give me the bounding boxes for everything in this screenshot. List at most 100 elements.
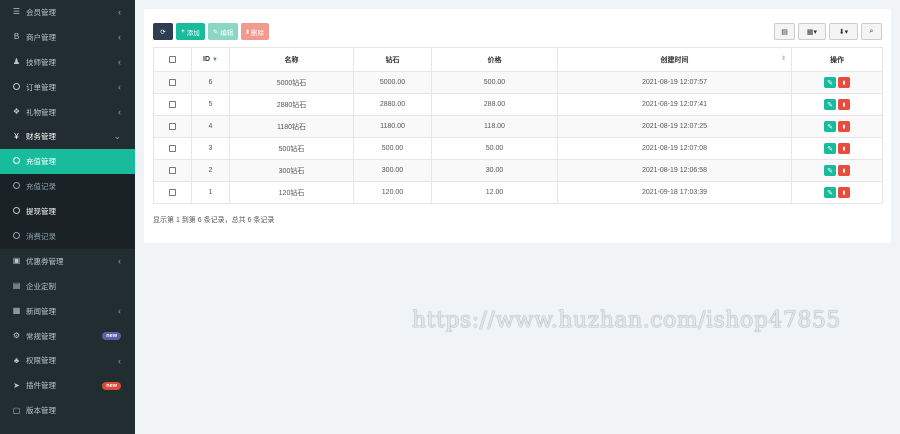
row-delete-button[interactable]: ▮ <box>838 121 850 132</box>
row-checkbox[interactable] <box>169 78 176 86</box>
cell-diamond: 2880.00 <box>353 93 432 116</box>
column-header-created[interactable]: 创建时间 ⇕ <box>557 47 792 72</box>
refresh-icon: ⟳ <box>160 28 166 36</box>
row-edit-button[interactable]: ✎ <box>824 77 836 88</box>
circle-icon <box>12 82 21 92</box>
add-button-label: 添加 <box>186 29 200 37</box>
row-checkbox[interactable] <box>169 144 176 152</box>
sidebar-item-16[interactable]: ▢ 版本管理 <box>0 398 135 423</box>
cell-name: 500钻石 <box>229 137 354 160</box>
group-icon: ♣ <box>13 355 20 365</box>
cell-id: 6 <box>191 71 230 94</box>
row-checkbox[interactable] <box>169 122 176 130</box>
sidebar-item-0[interactable]: ☰ 会员管理 ‹ <box>0 0 135 25</box>
sidebar-item-label: 礼物管理 <box>26 107 56 117</box>
row-edit-button[interactable]: ✎ <box>824 121 836 132</box>
cell-diamond: 120.00 <box>353 181 432 204</box>
row-actions: ✎ ▮ <box>824 99 850 110</box>
cell-actions: ✎ ▮ <box>791 93 883 116</box>
sidebar-item-11[interactable]: ▤ 企业定制 <box>0 274 135 299</box>
toolbar: ⟳ + 添加 ✎ 编辑 ▮ 删除 <box>153 23 270 40</box>
row-delete-button[interactable]: ▮ <box>838 99 850 110</box>
sidebar-item-3[interactable]: 订单管理 ‹ <box>0 75 135 100</box>
column-header-diamond: 钻石 <box>353 47 432 72</box>
new-badge: new <box>102 332 121 341</box>
search-toggle-button[interactable]: ⌕ <box>861 23 882 40</box>
columns-dropdown-button[interactable]: ▦▾ <box>798 23 826 40</box>
column-header-id-label: ID <box>203 56 211 63</box>
pencil-icon: ✎ <box>212 28 219 36</box>
trash-icon: ▮ <box>842 145 846 152</box>
cell-id: 4 <box>191 115 230 138</box>
cell-price: 500.00 <box>431 71 558 94</box>
sidebar-item-5[interactable]: ¥ 财务管理 ⌄ <box>0 124 135 149</box>
row-select-cell <box>153 115 192 138</box>
plus-icon: + <box>181 28 185 35</box>
row-delete-button[interactable]: ▮ <box>838 143 850 154</box>
select-all-checkbox[interactable] <box>169 55 176 63</box>
column-header-actions-label: 操作 <box>830 56 844 64</box>
cell-actions: ✎ ▮ <box>791 71 883 94</box>
sidebar-item-label: 常规管理 <box>26 331 56 341</box>
chevron-left-icon: ‹ <box>118 7 121 18</box>
cell-created: 2021-08-19 12:07:08 <box>557 137 792 160</box>
sidebar-item-4[interactable]: ❖ 礼物管理 ‹ <box>0 100 135 125</box>
sidebar-item-7[interactable]: 充值记录 <box>0 174 135 200</box>
pagination-info: 显示第 1 到第 6 条记录，总共 6 条记录 <box>153 217 275 224</box>
row-delete-button[interactable]: ▮ <box>838 77 850 88</box>
pencil-icon: ✎ <box>827 79 833 87</box>
cell-diamond: 5000.00 <box>353 71 432 94</box>
calendar-icon: ▦ <box>12 306 21 316</box>
row-edit-button[interactable]: ✎ <box>824 99 836 110</box>
sidebar-item-2[interactable]: ♟ 技师管理 ‹ <box>0 50 135 75</box>
cell-name: 300钻石 <box>229 159 354 182</box>
row-checkbox[interactable] <box>169 188 176 196</box>
sidebar-item-8[interactable]: 提现管理 <box>0 199 135 225</box>
pencil-icon: ✎ <box>827 189 833 197</box>
edit-button[interactable]: ✎ 编辑 <box>207 23 239 40</box>
sort-desc-icon: ▼ <box>212 57 218 63</box>
sidebar-item-14[interactable]: ♣ 权限管理 ‹ <box>0 348 135 373</box>
row-checkbox[interactable] <box>169 166 176 174</box>
sidebar-item-9[interactable]: 消费记录 <box>0 224 135 249</box>
cell-id: 5 <box>191 93 230 116</box>
add-button[interactable]: + 添加 <box>176 23 205 40</box>
sidebar-item-label: 充值记录 <box>26 182 56 192</box>
cell-created: 2021-08-19 12:07:57 <box>557 71 792 94</box>
cell-id: 3 <box>191 137 230 160</box>
main-panel: ⟳ + 添加 ✎ 编辑 ▮ 删除 ▤ ▦▾ ⬇▾ ⌕ ID▼ 名称 钻石 价格 <box>144 9 891 243</box>
delete-button[interactable]: ▮ 删除 <box>241 23 270 40</box>
table-row: 6 5000钻石 5000.00 500.00 2021-08-19 12:07:57 ✎… <box>153 71 883 94</box>
sidebar-item-12[interactable]: ▦ 新闻管理 ‹ <box>0 299 135 324</box>
sidebar-item-label: 订单管理 <box>26 82 56 92</box>
edit-button-label: 编辑 <box>220 29 234 37</box>
row-select-cell <box>153 181 192 204</box>
toggle-view-button[interactable]: ▤ <box>774 23 795 40</box>
column-header-id[interactable]: ID ▼ <box>191 47 230 72</box>
cell-price: 118.00 <box>431 115 558 138</box>
row-delete-button[interactable]: ▮ <box>838 187 850 198</box>
cell-created: 2021-08-19 12:07:25 <box>557 115 792 138</box>
sidebar-item-1[interactable]: B 商户管理 ‹ <box>0 25 135 50</box>
row-edit-button[interactable]: ✎ <box>824 143 836 154</box>
sidebar: ☰ 会员管理 ‹ B 商户管理 ‹ ♟ 技师管理 ‹ 订单管理 ‹ ❖ 礼物管理 ‹ ¥ 财务管理 ⌄ 充值管理充… <box>0 0 135 434</box>
row-edit-button[interactable]: ✎ <box>824 187 836 198</box>
cell-price: 288.00 <box>431 93 558 116</box>
sidebar-item-label: 权限管理 <box>26 356 56 366</box>
refresh-button[interactable]: ⟳ <box>153 23 173 40</box>
row-edit-button[interactable]: ✎ <box>824 165 836 176</box>
cell-id: 1 <box>191 181 230 204</box>
trash-icon: ▮ <box>842 189 846 196</box>
cell-actions: ✎ ▮ <box>791 137 883 160</box>
row-delete-button[interactable]: ▮ <box>838 165 850 176</box>
row-checkbox[interactable] <box>169 100 176 108</box>
row-actions: ✎ ▮ <box>824 121 850 132</box>
rocket-icon: ➤ <box>13 380 20 390</box>
cell-actions: ✎ ▮ <box>791 159 883 182</box>
sidebar-item-15[interactable]: ➤ 插件管理 new <box>0 373 135 398</box>
cell-created: 2021-08-19 12:06:58 <box>557 159 792 182</box>
sidebar-item-13[interactable]: ⚙ 常规管理 new <box>0 324 135 349</box>
export-dropdown-button[interactable]: ⬇▾ <box>829 23 858 40</box>
sidebar-item-10[interactable]: ▣ 优惠券管理 ‹ <box>0 249 135 274</box>
sidebar-item-6[interactable]: 充值管理 <box>0 149 135 175</box>
